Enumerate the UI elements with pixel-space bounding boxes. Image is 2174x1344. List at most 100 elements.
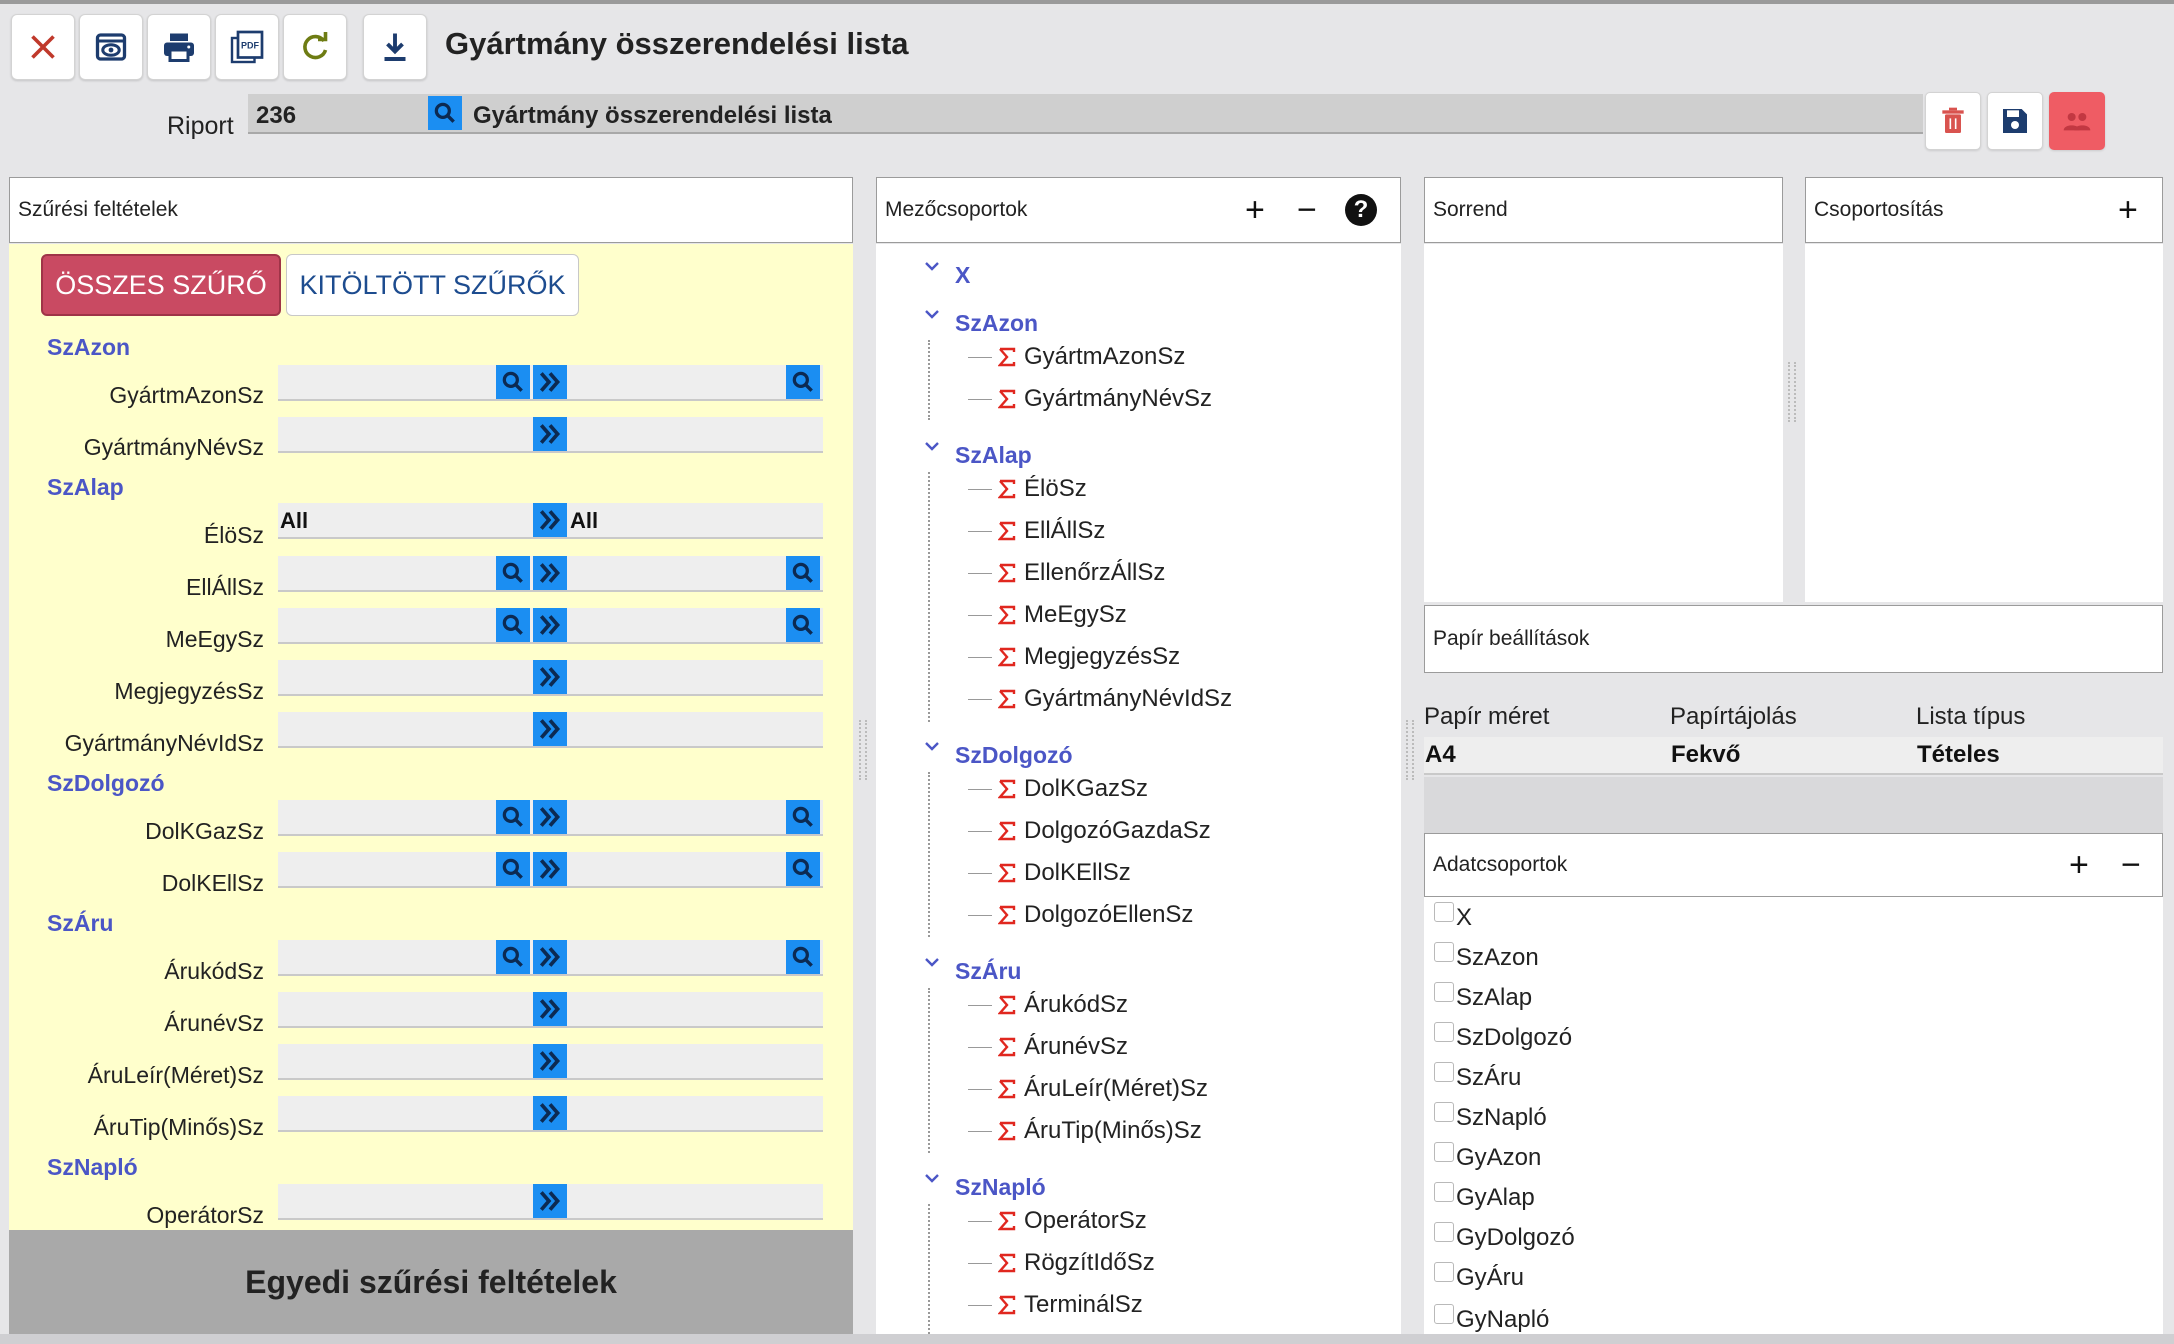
tree-item[interactable]: GyártmAzonSz xyxy=(968,343,1185,371)
filter-expand-button[interactable] xyxy=(533,365,567,399)
refresh-button[interactable] xyxy=(283,14,347,80)
data-group-checkbox[interactable]: SzÁru xyxy=(1434,1062,1521,1092)
add-icon[interactable]: + xyxy=(2069,848,2089,882)
filter-expand-button[interactable] xyxy=(533,852,567,886)
close-button[interactable] xyxy=(11,14,75,80)
help-icon[interactable]: ? xyxy=(1345,194,1377,226)
tree-item[interactable]: ÉlöSz xyxy=(968,475,1087,503)
all-filters-button[interactable]: ÖSSZES SZŰRŐ xyxy=(41,254,281,316)
filter-search-button[interactable] xyxy=(786,365,820,399)
tree-item[interactable]: GyártmányNévSz xyxy=(968,385,1212,413)
paper-orientation-value[interactable]: Fekvő xyxy=(1671,741,1740,769)
filter-to-input[interactable] xyxy=(568,800,823,836)
checkbox[interactable] xyxy=(1434,1222,1454,1242)
tree-item[interactable]: DolKGazSz xyxy=(968,775,1148,803)
filter-expand-button[interactable] xyxy=(533,1184,567,1218)
filter-expand-button[interactable] xyxy=(533,992,567,1026)
preview-button[interactable] xyxy=(79,14,143,80)
report-code[interactable]: 236 xyxy=(256,102,296,130)
data-group-checkbox[interactable]: SzAlap xyxy=(1434,982,1532,1012)
tree-group[interactable]: SzAzon xyxy=(955,310,1038,337)
checkbox[interactable] xyxy=(1434,1182,1454,1202)
tree-item[interactable]: EllenőrzÁllSz xyxy=(968,559,1165,587)
checkbox[interactable] xyxy=(1434,1262,1454,1282)
data-group-checkbox[interactable]: SzDolgozó xyxy=(1434,1022,1572,1052)
filter-expand-button[interactable] xyxy=(533,712,567,746)
checkbox[interactable] xyxy=(1434,1304,1454,1324)
filter-expand-button[interactable] xyxy=(533,503,567,537)
filter-expand-button[interactable] xyxy=(533,1096,567,1130)
filter-search-button[interactable] xyxy=(786,852,820,886)
tree-group[interactable]: SzAlap xyxy=(955,442,1032,469)
checkbox[interactable] xyxy=(1434,1102,1454,1122)
custom-filter-conditions-bar[interactable]: Egyedi szűrési feltételek xyxy=(9,1230,853,1334)
data-group-checkbox[interactable]: X xyxy=(1434,902,1472,932)
paper-settings-row[interactable] xyxy=(1424,737,2163,775)
filter-expand-button[interactable] xyxy=(533,1044,567,1078)
remove-icon[interactable]: − xyxy=(1297,193,1317,227)
filter-search-button[interactable] xyxy=(496,556,530,590)
resize-handle[interactable] xyxy=(1788,362,1796,422)
download-button[interactable] xyxy=(363,14,427,80)
chevron-down-icon[interactable] xyxy=(922,436,942,456)
add-icon[interactable]: + xyxy=(2118,193,2138,227)
filter-search-button[interactable] xyxy=(496,852,530,886)
tree-group[interactable]: X xyxy=(955,262,970,289)
checkbox[interactable] xyxy=(1434,942,1454,962)
filter-search-button[interactable] xyxy=(786,608,820,642)
tree-item[interactable]: ÁruTip(Minős)Sz xyxy=(968,1117,1202,1145)
filter-expand-button[interactable] xyxy=(533,800,567,834)
users-button[interactable] xyxy=(2049,92,2105,150)
chevron-down-icon[interactable] xyxy=(922,304,942,324)
data-group-checkbox[interactable]: GyÁru xyxy=(1434,1262,1524,1292)
data-group-checkbox[interactable]: SzAzon xyxy=(1434,942,1539,972)
checkbox[interactable] xyxy=(1434,1142,1454,1162)
filter-to-input[interactable] xyxy=(568,852,823,888)
tree-item[interactable]: OperátorSz xyxy=(968,1207,1147,1235)
tree-item[interactable]: ÁruLeír(Méret)Sz xyxy=(968,1075,1208,1103)
filter-to-input[interactable] xyxy=(568,940,823,976)
chevron-down-icon[interactable] xyxy=(922,952,942,972)
list-type-value[interactable]: Tételes xyxy=(1917,741,2000,769)
tree-item[interactable]: RögzítIdőSz xyxy=(968,1249,1155,1277)
resize-handle[interactable] xyxy=(1406,720,1414,780)
filter-expand-button[interactable] xyxy=(533,556,567,590)
filter-search-button[interactable] xyxy=(786,800,820,834)
chevron-down-icon[interactable] xyxy=(922,1168,942,1188)
tree-item[interactable]: TerminálSz xyxy=(968,1291,1143,1319)
tree-item[interactable]: GyártmányNévIdSz xyxy=(968,685,1232,713)
tree-item[interactable]: DolgozóGazdaSz xyxy=(968,817,1211,845)
filter-to-input[interactable] xyxy=(568,608,823,644)
filter-expand-button[interactable] xyxy=(533,660,567,694)
tree-item[interactable]: DolgozóEllenSz xyxy=(968,901,1193,929)
chevron-down-icon[interactable] xyxy=(922,256,942,276)
filter-to-select[interactable]: All xyxy=(568,503,823,539)
filter-search-button[interactable] xyxy=(496,365,530,399)
data-group-checkbox[interactable]: GyAlap xyxy=(1434,1182,1535,1212)
tree-item[interactable]: ÁrukódSz xyxy=(968,991,1128,1019)
print-button[interactable] xyxy=(147,14,211,80)
delete-report-button[interactable] xyxy=(1925,92,1981,150)
resize-handle[interactable] xyxy=(859,720,867,780)
add-icon[interactable]: + xyxy=(1245,193,1265,227)
filter-search-button[interactable] xyxy=(496,800,530,834)
paper-size-value[interactable]: A4 xyxy=(1425,741,1456,769)
checkbox[interactable] xyxy=(1434,982,1454,1002)
filter-to-input[interactable] xyxy=(568,365,823,401)
tree-group[interactable]: SzNapló xyxy=(955,1174,1046,1201)
filter-search-button[interactable] xyxy=(786,940,820,974)
data-group-checkbox[interactable]: GyAzon xyxy=(1434,1142,1541,1172)
report-search-button[interactable] xyxy=(428,96,462,130)
pdf-button[interactable]: PDF xyxy=(215,14,279,80)
chevron-down-icon[interactable] xyxy=(922,736,942,756)
filter-to-input[interactable] xyxy=(568,556,823,592)
data-group-checkbox[interactable]: SzNapló xyxy=(1434,1102,1547,1132)
tree-group[interactable]: SzÁru xyxy=(955,958,1021,985)
filter-expand-button[interactable] xyxy=(533,417,567,451)
data-group-checkbox[interactable]: GyDolgozó xyxy=(1434,1222,1575,1252)
tree-group[interactable]: SzDolgozó xyxy=(955,742,1073,769)
filter-from-select[interactable]: All xyxy=(278,503,568,539)
data-group-checkbox[interactable]: GyNapló xyxy=(1434,1304,1549,1334)
checkbox[interactable] xyxy=(1434,902,1454,922)
tree-item[interactable]: MeEgySz xyxy=(968,601,1127,629)
